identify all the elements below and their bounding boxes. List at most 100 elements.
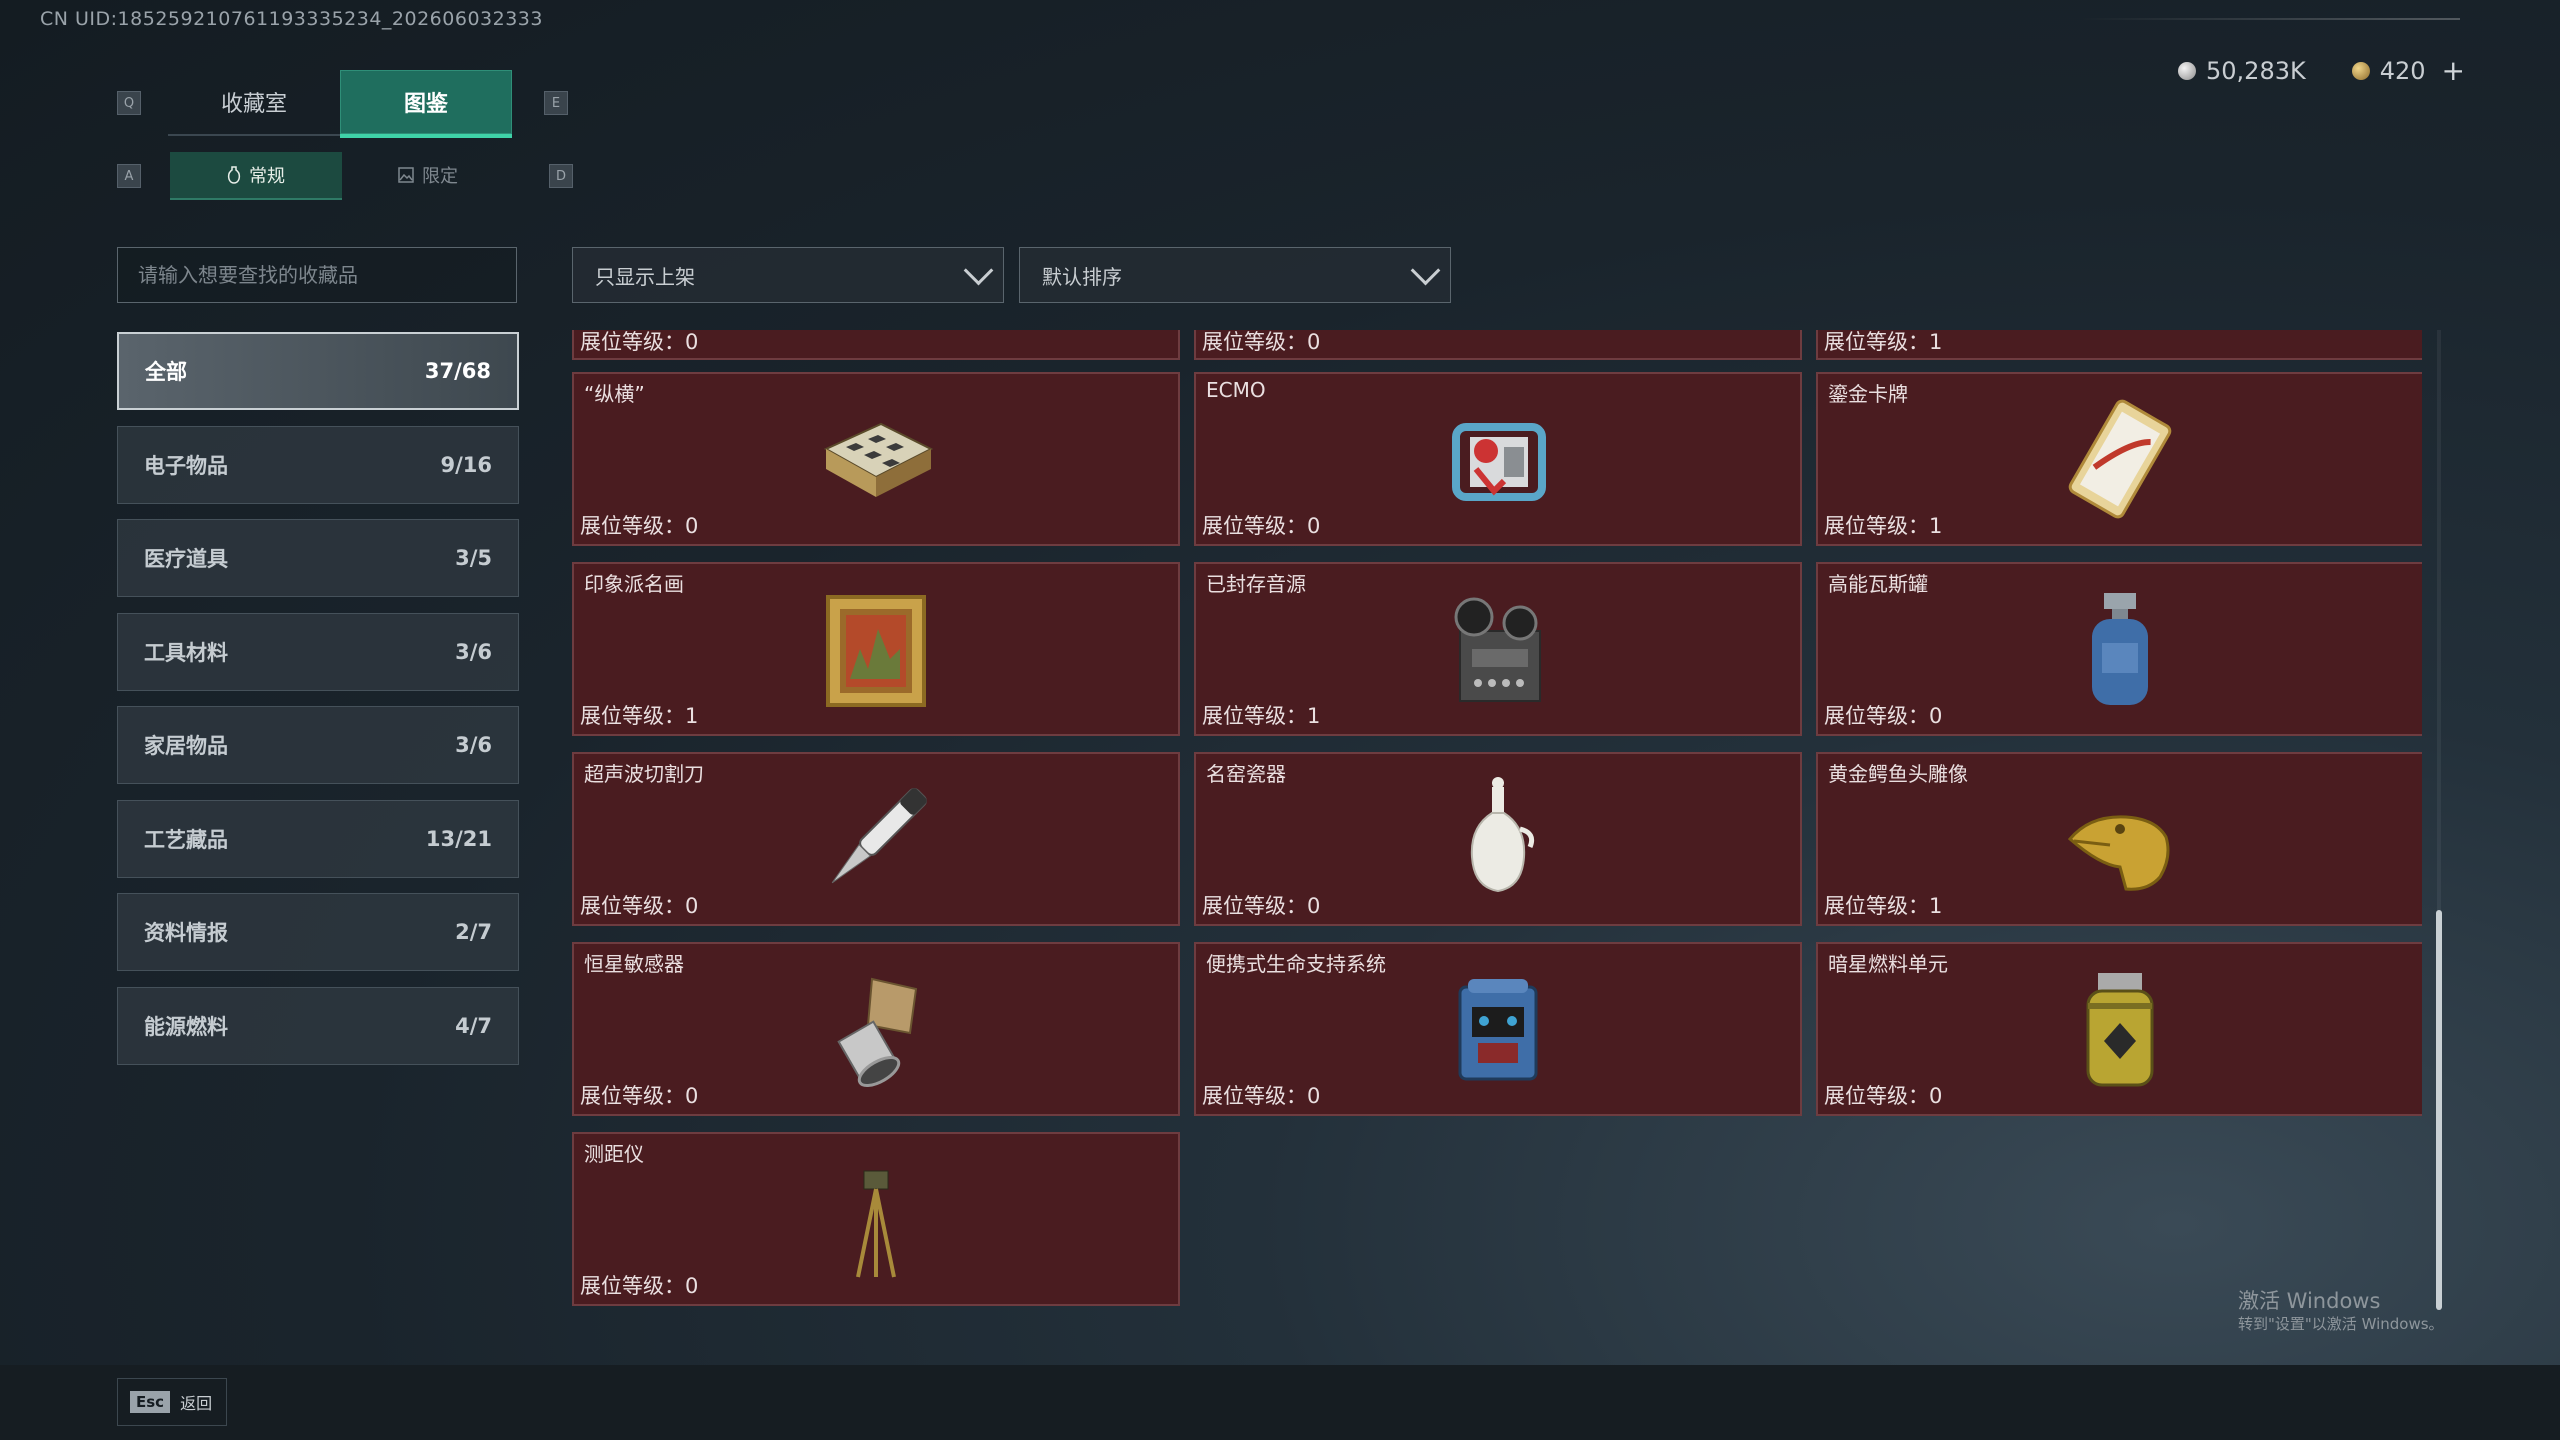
category-count: 2/7 <box>455 920 492 944</box>
silver-coin-icon <box>2178 61 2196 80</box>
life-support-icon <box>1458 979 1538 1081</box>
windows-watermark-title: 激活 Windows <box>2238 1289 2381 1313</box>
item-card[interactable]: 黄金鳄鱼头雕像 展位等级：1 <box>1816 752 2422 926</box>
item-level: 展位等级：0 <box>580 1274 699 1298</box>
gas-canister-icon <box>2092 593 2148 705</box>
item-level: 展位等级：0 <box>1824 1084 1943 1108</box>
gilded-card-icon <box>2068 399 2172 519</box>
tab-collection-room[interactable]: 收藏室 <box>168 70 340 136</box>
item-name: 高能瓦斯罐 <box>1828 572 1928 596</box>
gold-coin-icon <box>2351 61 2370 80</box>
item-card[interactable]: 便携式生命支持系统 展位等级：0 <box>1194 942 1802 1116</box>
star-sensor-icon <box>837 977 918 1088</box>
item-card[interactable]: 测距仪 展位等级：0 <box>572 1132 1180 1306</box>
display-filter-value: 只显示上架 <box>595 264 695 289</box>
item-card[interactable]: 超声波切割刀 展位等级：0 <box>572 752 1180 926</box>
item-card-partial[interactable]: 展位等级：0 <box>1194 330 1802 360</box>
item-name: 黄金鳄鱼头雕像 <box>1828 762 1968 786</box>
item-card[interactable]: ECMO 展位等级：0 <box>1194 372 1802 546</box>
ecmo-machine-icon <box>1452 423 1546 501</box>
category-intel[interactable]: 资料情报 2/7 <box>117 893 519 971</box>
item-name: 已封存音源 <box>1206 572 1306 596</box>
category-count: 37/68 <box>424 359 491 383</box>
item-card[interactable]: 名窑瓷器 展位等级：0 <box>1194 752 1802 926</box>
grid-scrollbar-thumb[interactable] <box>2436 910 2442 1310</box>
rangefinder-icon <box>856 1170 896 1278</box>
search-input[interactable] <box>117 247 517 303</box>
gold-amount: 420 <box>2379 56 2426 85</box>
esc-key: Esc <box>130 1391 171 1413</box>
category-count: 3/6 <box>455 639 492 664</box>
category-count: 4/7 <box>455 1013 492 1038</box>
category-label: 工艺藏品 <box>144 827 228 852</box>
item-level: 展位等级：1 <box>1824 514 1943 538</box>
silver-amount: 50,283K <box>2206 56 2306 85</box>
item-name: 便携式生命支持系统 <box>1206 952 1386 976</box>
back-button[interactable]: Esc 返回 <box>117 1378 227 1426</box>
bottom-bar <box>0 1365 2560 1440</box>
item-name: 暗星燃料单元 <box>1828 952 1948 976</box>
item-level: 展位等级：0 <box>580 1084 699 1108</box>
back-label: 返回 <box>180 1394 213 1413</box>
chevron-down-icon <box>963 255 994 285</box>
display-filter-dropdown[interactable]: 只显示上架 <box>572 247 1004 303</box>
player-uid: CN UID:18525921076119333523​4_2026060323… <box>40 8 543 30</box>
reel-recorder-icon <box>1454 597 1541 702</box>
item-card[interactable]: 高能瓦斯罐 展位等级：0 <box>1816 562 2422 736</box>
tab-regular[interactable]: 常规 <box>170 152 342 200</box>
item-name: 印象派名画 <box>584 572 684 596</box>
category-label: 工具材料 <box>144 640 228 665</box>
item-level: 展位等级：0 <box>580 330 699 354</box>
category-count: 3/5 <box>455 546 492 570</box>
category-household[interactable]: 家居物品 3/6 <box>117 706 519 784</box>
item-name: “纵横” <box>584 382 645 406</box>
ultrasonic-knife-icon <box>831 788 927 884</box>
item-card[interactable]: 印象派名画 展位等级：1 <box>572 562 1180 736</box>
key-hint-d: D <box>549 164 573 188</box>
porcelain-vase-icon <box>1470 777 1535 893</box>
category-electronics[interactable]: 电子物品 9/16 <box>117 425 519 504</box>
framed-painting-icon <box>826 595 926 707</box>
category-medical[interactable]: 医疗道具 3/5 <box>117 519 519 597</box>
item-level: 展位等级：0 <box>1202 514 1321 538</box>
item-card-partial[interactable]: 展位等级：1 <box>1816 330 2422 360</box>
item-card[interactable]: 暗星燃料单元 展位等级：0 <box>1816 942 2422 1116</box>
item-card[interactable]: 恒星敏感器 展位等级：0 <box>572 942 1180 1116</box>
currency-bar: 50,283K 420 + <box>2178 54 2465 87</box>
sub-tabs: 常规 限定 <box>170 152 514 200</box>
category-crafts[interactable]: 工艺藏品 13/21 <box>117 799 519 878</box>
item-card[interactable]: 鎏金卡牌 展位等级：1 <box>1816 372 2422 546</box>
category-tools[interactable]: 工具材料 3/6 <box>117 612 519 691</box>
item-name: 鎏金卡牌 <box>1828 382 1908 406</box>
image-icon <box>398 167 414 183</box>
category-label: 医疗道具 <box>144 547 228 571</box>
key-hint-a: A <box>117 164 141 188</box>
category-energy[interactable]: 能源燃料 4/7 <box>117 986 519 1065</box>
category-count: 9/16 <box>440 452 492 477</box>
item-level: 展位等级：0 <box>1202 1084 1321 1108</box>
golden-crocodile-icon <box>2067 815 2170 891</box>
tab-limited-label: 限定 <box>422 166 458 187</box>
category-label: 全部 <box>145 360 187 384</box>
item-name: 超声波切割刀 <box>584 762 704 786</box>
fuel-cell-icon <box>2086 973 2154 1087</box>
key-hint-e: E <box>544 91 568 115</box>
chess-box-icon <box>823 422 934 497</box>
item-card-partial[interactable]: 展位等级：0 <box>572 330 1180 360</box>
sort-value: 默认排序 <box>1042 264 1122 289</box>
tab-limited[interactable]: 限定 <box>342 152 514 198</box>
tab-regular-label: 常规 <box>249 166 285 187</box>
category-label: 电子物品 <box>144 453 228 478</box>
tab-codex[interactable]: 图鉴 <box>340 70 512 138</box>
category-all[interactable]: 全部 37/68 <box>117 332 519 410</box>
item-level: 展位等级：0 <box>580 894 699 918</box>
vase-icon <box>227 166 241 184</box>
item-card[interactable]: 已封存音源 展位等级：1 <box>1194 562 1802 736</box>
item-card[interactable]: “纵横” 展位等级：0 <box>572 372 1180 546</box>
item-name: ECMO <box>1206 378 1266 402</box>
item-level: 展位等级：1 <box>1824 894 1943 918</box>
sort-dropdown[interactable]: 默认排序 <box>1019 247 1451 303</box>
main-tabs: 收藏室 图鉴 <box>168 70 512 138</box>
add-currency-button[interactable]: + <box>2442 54 2465 87</box>
windows-watermark-subtitle: 转到"设置"以激活 Windows。 <box>2238 1315 2444 1333</box>
